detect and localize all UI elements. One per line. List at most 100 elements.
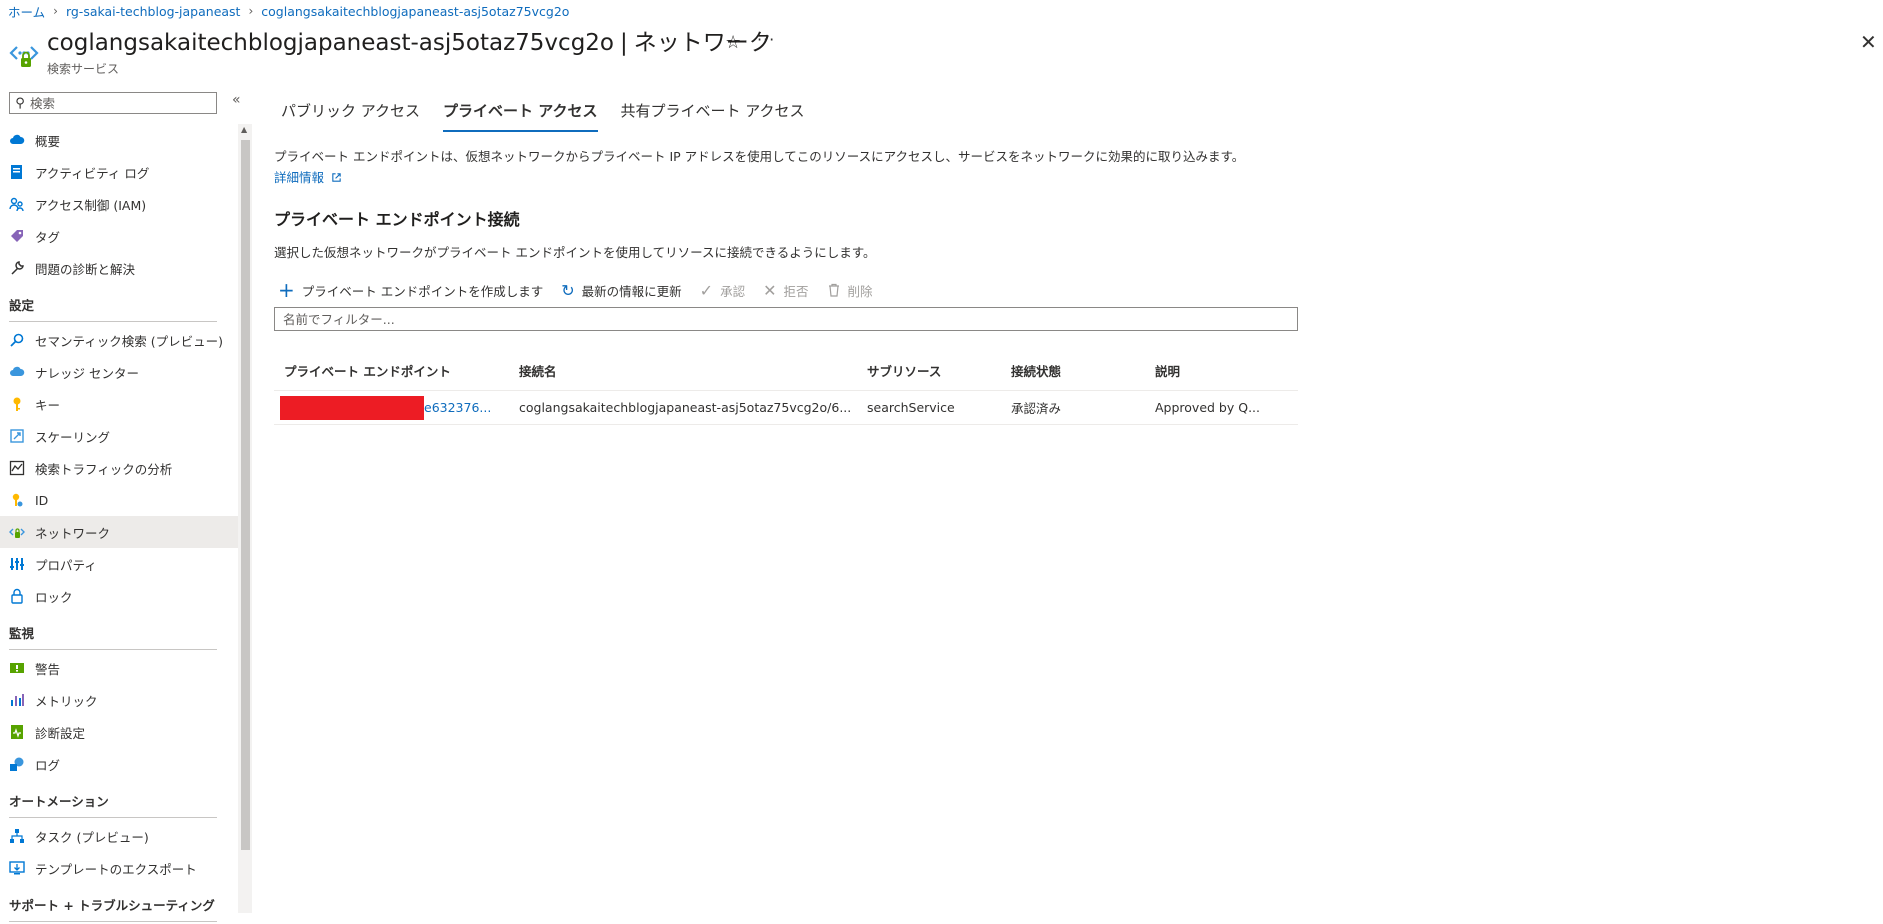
wrench-icon bbox=[11, 261, 24, 275]
column-header-endpoint[interactable]: プライベート エンドポイント bbox=[274, 361, 519, 380]
column-header-description[interactable]: 説明 bbox=[1155, 361, 1298, 380]
sidebar-item-metrics[interactable]: メトリック bbox=[0, 684, 238, 716]
support-section-header: サポート + トラブルシューティング bbox=[0, 884, 238, 924]
title-separator: | bbox=[620, 30, 628, 56]
reject-button[interactable]: ✕ 拒否 bbox=[763, 281, 808, 300]
column-header-connection-name[interactable]: 接続名 bbox=[519, 361, 867, 380]
checkmark-icon: ✓ bbox=[699, 280, 714, 300]
cloud-icon bbox=[10, 366, 25, 376]
external-link-icon bbox=[332, 173, 341, 182]
alert-icon bbox=[10, 663, 24, 673]
section-title: プライベート エンドポイント接続 bbox=[274, 210, 520, 229]
sidebar-item-networking[interactable]: ネットワーク bbox=[0, 516, 238, 548]
filter-by-name-input[interactable] bbox=[274, 307, 1298, 331]
sidebar-item-keys[interactable]: キー bbox=[0, 388, 238, 420]
delete-button[interactable]: 削除 bbox=[827, 281, 873, 300]
search-icon bbox=[10, 333, 24, 347]
connection-state-cell: 承認済み bbox=[1011, 401, 1062, 416]
learn-more-text[interactable]: 詳細情報 bbox=[274, 170, 324, 185]
properties-icon bbox=[10, 558, 24, 570]
breadcrumb: ホーム › rg-sakai-techblog-japaneast › cogl… bbox=[8, 2, 569, 20]
private-endpoint-description: プライベート エンドポイントは、仮想ネットワークからプライベート IP アドレス… bbox=[274, 149, 1245, 164]
table-row[interactable]: e632376... coglangsakaitechblogjapaneast… bbox=[274, 391, 1298, 425]
sidebar-item-scale[interactable]: スケーリング bbox=[0, 420, 238, 452]
log-icon bbox=[11, 165, 22, 179]
monitoring-section-header: 監視 bbox=[0, 612, 238, 652]
tag-icon bbox=[11, 230, 23, 242]
sidebar-item-identity[interactable]: ID bbox=[0, 484, 238, 516]
sidebar-item-diagnostic-settings[interactable]: 診断設定 bbox=[0, 716, 238, 748]
sidebar-item-tasks[interactable]: タスク (プレビュー) bbox=[0, 820, 238, 852]
sidebar-item-alerts[interactable]: 警告 bbox=[0, 652, 238, 684]
page-title: coglangsakaitechblogjapaneast-asj5otaz75… bbox=[47, 26, 772, 60]
sidebar-item-traffic-analytics[interactable]: 検索トラフィックの分析 bbox=[0, 452, 238, 484]
tasks-icon bbox=[10, 829, 24, 843]
metrics-icon bbox=[11, 694, 24, 706]
sidebar-item-export-template[interactable]: テンプレートのエクスポート bbox=[0, 852, 238, 884]
endpoint-connections-table: プライベート エンドポイント 接続名 サブリソース 接続状態 説明 e63237… bbox=[274, 350, 1298, 425]
section-description: 選択した仮想ネットワークがプライベート エンドポイントを使用してリソースに接続で… bbox=[274, 245, 876, 260]
cloud-icon bbox=[10, 134, 25, 144]
approve-button[interactable]: ✓ 承認 bbox=[700, 281, 745, 300]
refresh-button[interactable]: ↻ 最新の情報に更新 bbox=[561, 281, 681, 300]
network-resource-icon bbox=[9, 46, 39, 67]
breadcrumb-resource-group[interactable]: rg-sakai-techblog-japaneast bbox=[66, 4, 241, 19]
sidebar-item-tags[interactable]: タグ bbox=[0, 220, 238, 252]
favorite-star-icon[interactable]: ☆ bbox=[725, 32, 741, 53]
subresource-cell: searchService bbox=[867, 400, 955, 415]
endpoint-link[interactable]: e632376... bbox=[424, 400, 491, 415]
settings-section-header: 設定 bbox=[0, 284, 238, 324]
sidebar-item-properties[interactable]: プロパティ bbox=[0, 548, 238, 580]
redaction-box bbox=[280, 395, 424, 420]
create-endpoint-button[interactable]: + プライベート エンドポイントを作成します bbox=[278, 278, 543, 302]
column-header-subresource[interactable]: サブリソース bbox=[867, 361, 1011, 380]
page-name: ネットワーク bbox=[633, 30, 772, 56]
table-header: プライベート エンドポイント 接続名 サブリソース 接続状態 説明 bbox=[274, 350, 1298, 391]
sidebar-search-input[interactable] bbox=[30, 95, 210, 111]
sidebar-item-knowledge-center[interactable]: ナレッジ センター bbox=[0, 356, 238, 388]
more-options-icon[interactable]: ··· bbox=[757, 30, 775, 49]
scale-icon bbox=[10, 429, 24, 443]
chart-icon bbox=[9, 460, 25, 476]
tab-bar: パブリック アクセス プライベート アクセス 共有プライベート アクセス bbox=[274, 88, 820, 138]
learn-more-link[interactable]: 詳細情報 bbox=[274, 167, 342, 186]
sidebar-item-iam[interactable]: アクセス制御 (IAM) bbox=[0, 188, 238, 220]
sidebar-item-activity-log[interactable]: アクティビティ ログ bbox=[0, 156, 238, 188]
sidebar-item-semantic-search[interactable]: セマンティック検索 (プレビュー) bbox=[0, 324, 238, 356]
diagnostic-icon bbox=[11, 725, 23, 739]
sidebar-item-logs[interactable]: ログ bbox=[0, 748, 238, 780]
scroll-up-icon[interactable]: ▲ bbox=[241, 125, 247, 134]
tab-public-access[interactable]: パブリック アクセス bbox=[274, 88, 428, 132]
breadcrumb-resource[interactable]: coglangsakaitechblogjapaneast-asj5otaz75… bbox=[261, 4, 569, 19]
lock-icon bbox=[11, 588, 23, 604]
column-header-connection-state[interactable]: 接続状態 bbox=[1011, 361, 1155, 380]
sidebar-scroll-thumb[interactable] bbox=[241, 140, 250, 850]
sidebar-item-diagnose[interactable]: 問題の診断と解決 bbox=[0, 252, 238, 284]
resource-type: 検索サービス bbox=[47, 62, 120, 76]
chevron-right-icon: › bbox=[53, 4, 58, 18]
chevron-right-icon: › bbox=[248, 4, 254, 18]
search-icon: ⚲ bbox=[15, 95, 25, 111]
export-icon bbox=[9, 861, 25, 875]
collapse-sidebar-icon[interactable]: « bbox=[232, 92, 241, 108]
sidebar-nav: 概要 アクティビティ ログ アクセス制御 (IAM) タグ 問題の診断と解決 設… bbox=[0, 124, 238, 924]
command-bar: + プライベート エンドポイントを作成します ↻ 最新の情報に更新 ✓ 承認 ✕… bbox=[278, 278, 891, 302]
sidebar-search[interactable]: ⚲ bbox=[9, 92, 217, 114]
plus-icon: + bbox=[278, 278, 295, 302]
endpoint-cell: e632376... bbox=[274, 395, 519, 420]
sidebar-item-overview[interactable]: 概要 bbox=[0, 124, 238, 156]
people-icon bbox=[9, 197, 24, 212]
identity-icon bbox=[12, 493, 23, 507]
breadcrumb-home[interactable]: ホーム bbox=[8, 2, 45, 21]
close-icon[interactable]: ✕ bbox=[1860, 30, 1877, 54]
sidebar-item-locks[interactable]: ロック bbox=[0, 580, 238, 612]
automation-section-header: オートメーション bbox=[0, 780, 238, 820]
sidebar: ⚲ « ▲ 概要 アクティビティ ログ アクセス制御 (IAM) タグ 問題の診… bbox=[0, 88, 252, 922]
resource-name: coglangsakaitechblogjapaneast-asj5otaz75… bbox=[47, 30, 614, 56]
description-cell: Approved by Q... bbox=[1155, 400, 1260, 415]
tab-shared-private-access[interactable]: 共有プライベート アクセス bbox=[613, 88, 813, 132]
key-icon bbox=[13, 397, 21, 411]
connection-name-cell: coglangsakaitechblogjapaneast-asj5otaz75… bbox=[519, 400, 852, 415]
tab-private-access[interactable]: プライベート アクセス bbox=[435, 88, 605, 132]
network-icon bbox=[9, 528, 25, 538]
